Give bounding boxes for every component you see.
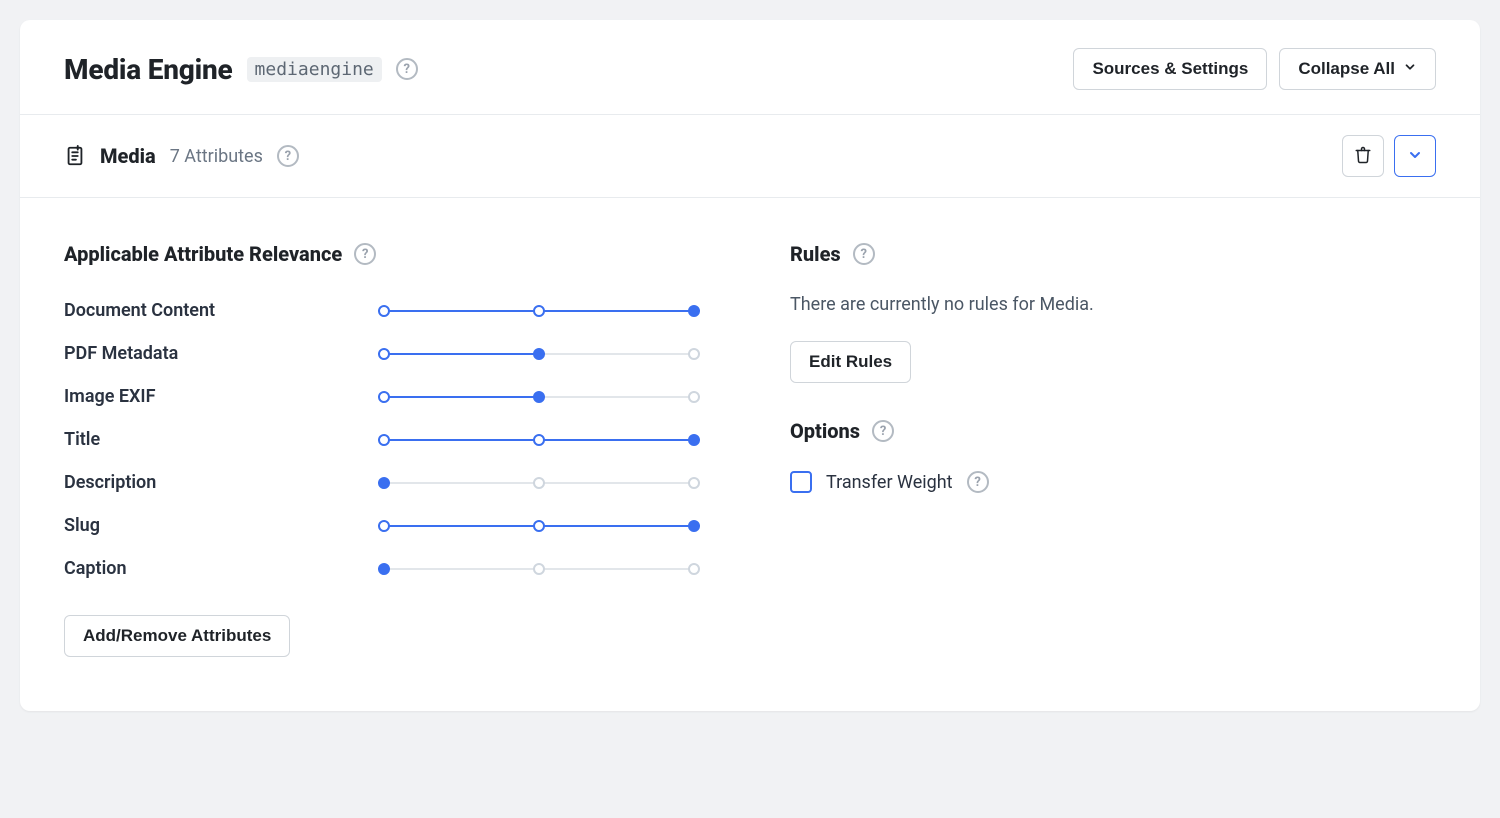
slider-stop[interactable]: [688, 477, 700, 489]
slider-stop[interactable]: [533, 477, 545, 489]
slider-fill: [384, 396, 539, 398]
add-remove-attributes-button[interactable]: Add/Remove Attributes: [64, 615, 290, 657]
collapse-all-label: Collapse All: [1298, 59, 1395, 79]
rules-heading: Rules ?: [790, 242, 1436, 266]
slider-stop[interactable]: [688, 434, 700, 446]
slider-stop[interactable]: [688, 305, 700, 317]
chevron-down-icon: [1403, 59, 1417, 79]
card-header: Media Engine mediaengine ? Sources & Set…: [20, 20, 1480, 114]
slider-stop[interactable]: [533, 563, 545, 575]
edit-rules-button[interactable]: Edit Rules: [790, 341, 911, 383]
slider-stop[interactable]: [533, 391, 545, 403]
rules-heading-text: Rules: [790, 242, 841, 266]
help-icon[interactable]: ?: [853, 243, 875, 265]
attribute-label: Title: [64, 429, 384, 450]
engine-title: Media Engine: [64, 53, 233, 86]
slider-stop[interactable]: [533, 434, 545, 446]
slider-stop[interactable]: [688, 391, 700, 403]
attribute-label: Image EXIF: [64, 386, 384, 407]
slider-stop[interactable]: [378, 477, 390, 489]
sources-settings-button[interactable]: Sources & Settings: [1073, 48, 1267, 90]
delete-button[interactable]: [1342, 135, 1384, 177]
transfer-weight-label: Transfer Weight: [826, 472, 953, 493]
attribute-label: Description: [64, 472, 384, 493]
section-title: Media: [100, 144, 156, 168]
help-icon[interactable]: ?: [872, 420, 894, 442]
relevance-slider[interactable]: [384, 519, 694, 533]
transfer-weight-checkbox[interactable]: [790, 471, 812, 493]
slider-stop[interactable]: [533, 305, 545, 317]
relevance-slider[interactable]: [384, 562, 694, 576]
document-icon: [64, 145, 86, 167]
relevance-heading-text: Applicable Attribute Relevance: [64, 242, 342, 266]
title-group: Media Engine mediaengine ?: [64, 53, 418, 86]
slider-stop[interactable]: [533, 520, 545, 532]
engine-card: Media Engine mediaengine ? Sources & Set…: [20, 20, 1480, 711]
relevance-slider[interactable]: [384, 433, 694, 447]
slider-stop[interactable]: [378, 305, 390, 317]
attribute-label: Caption: [64, 558, 384, 579]
rules-empty-text: There are currently no rules for Media.: [790, 294, 1436, 315]
relevance-column: Applicable Attribute Relevance ? Documen…: [64, 242, 710, 657]
relevance-slider[interactable]: [384, 476, 694, 490]
relevance-slider[interactable]: [384, 304, 694, 318]
attribute-row: Slug: [64, 515, 710, 536]
sources-settings-label: Sources & Settings: [1092, 59, 1248, 79]
slider-fill: [384, 353, 539, 355]
slider-stop[interactable]: [533, 348, 545, 360]
attribute-row: Description: [64, 472, 710, 493]
header-actions: Sources & Settings Collapse All: [1073, 48, 1436, 90]
collapse-all-button[interactable]: Collapse All: [1279, 48, 1436, 90]
section-right: [1342, 135, 1436, 177]
collapse-section-button[interactable]: [1394, 135, 1436, 177]
attribute-slider-list: Document Content PDF Metadata Image EXIF Ti…: [64, 300, 710, 579]
relevance-slider[interactable]: [384, 347, 694, 361]
slider-stop[interactable]: [378, 563, 390, 575]
edit-rules-label: Edit Rules: [809, 352, 892, 372]
section-attribute-count: 7 Attributes: [170, 146, 263, 167]
slider-stop[interactable]: [378, 434, 390, 446]
slider-stop[interactable]: [688, 348, 700, 360]
attribute-label: Document Content: [64, 300, 384, 321]
attribute-row: Image EXIF: [64, 386, 710, 407]
slider-stop[interactable]: [378, 348, 390, 360]
help-icon[interactable]: ?: [354, 243, 376, 265]
slider-stop[interactable]: [688, 563, 700, 575]
add-remove-attributes-label: Add/Remove Attributes: [83, 626, 271, 646]
trash-icon: [1354, 146, 1372, 167]
section-left: Media 7 Attributes ?: [64, 144, 299, 168]
help-icon[interactable]: ?: [967, 471, 989, 493]
attribute-row: Caption: [64, 558, 710, 579]
attribute-label: PDF Metadata: [64, 343, 384, 364]
attribute-row: Document Content: [64, 300, 710, 321]
options-heading-text: Options: [790, 419, 860, 443]
section-header: Media 7 Attributes ?: [20, 114, 1480, 198]
slider-stop[interactable]: [688, 520, 700, 532]
attribute-row: PDF Metadata: [64, 343, 710, 364]
help-icon[interactable]: ?: [277, 145, 299, 167]
help-icon[interactable]: ?: [396, 58, 418, 80]
options-heading: Options ?: [790, 419, 1436, 443]
engine-slug: mediaengine: [247, 57, 382, 82]
attribute-row: Title: [64, 429, 710, 450]
attribute-label: Slug: [64, 515, 384, 536]
transfer-weight-row: Transfer Weight ?: [790, 471, 1436, 493]
relevance-slider[interactable]: [384, 390, 694, 404]
section-body: Applicable Attribute Relevance ? Documen…: [20, 198, 1480, 711]
slider-stop[interactable]: [378, 520, 390, 532]
chevron-down-icon: [1407, 147, 1423, 166]
rules-options-column: Rules ? There are currently no rules for…: [790, 242, 1436, 657]
relevance-heading: Applicable Attribute Relevance ?: [64, 242, 710, 266]
slider-stop[interactable]: [378, 391, 390, 403]
